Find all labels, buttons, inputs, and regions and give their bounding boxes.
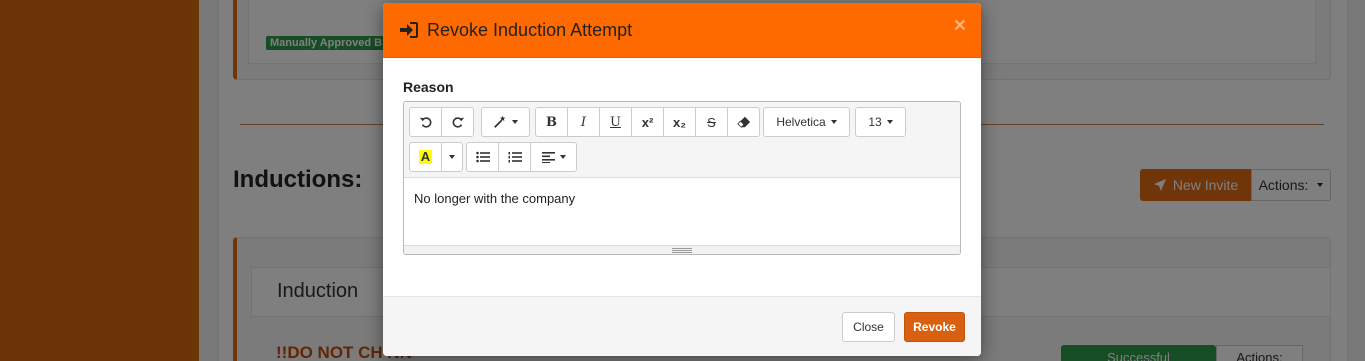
font-size-dropdown[interactable]: 13 (855, 107, 906, 137)
modal-footer: Close Revoke (383, 296, 981, 356)
font-size-label: 13 (868, 115, 882, 129)
paragraph-align-dropdown[interactable] (530, 142, 577, 172)
close-button[interactable]: Close (842, 312, 895, 342)
editor-toolbar: B I U x² x₂ S Helvetica 13 A (404, 102, 960, 178)
eraser-icon (736, 116, 750, 128)
strikethrough-button[interactable]: S (695, 107, 728, 137)
numbered-list-icon (508, 152, 522, 163)
redo-icon (452, 117, 464, 128)
caret-down-icon (830, 120, 837, 124)
superscript-button[interactable]: x² (631, 107, 664, 137)
reason-label: Reason (403, 79, 454, 95)
bold-button[interactable]: B (535, 107, 568, 137)
highlight-color-button[interactable]: A (409, 142, 442, 172)
editor-content[interactable]: No longer with the company (404, 179, 960, 245)
font-name-group: Helvetica (763, 107, 850, 137)
revoke-button[interactable]: Revoke (904, 312, 965, 342)
modal-header: Revoke Induction Attempt × (383, 3, 981, 58)
rich-text-editor: B I U x² x₂ S Helvetica 13 A No longer w… (403, 101, 961, 255)
redo-button[interactable] (441, 107, 474, 137)
grip-icon (672, 247, 692, 253)
caret-down-icon (559, 155, 566, 159)
sign-in-icon (399, 20, 419, 40)
highlight-color-icon: A (418, 149, 433, 164)
font-name-label: Helvetica (776, 115, 826, 129)
underline-button[interactable]: U (599, 107, 632, 137)
font-name-dropdown[interactable]: Helvetica (763, 107, 850, 137)
clear-format-button[interactable] (727, 107, 760, 137)
revoke-induction-modal: Revoke Induction Attempt × Reason B I U … (383, 3, 981, 356)
color-dropdown-button[interactable] (441, 142, 463, 172)
magic-wand-icon (494, 115, 506, 128)
style-group (481, 107, 530, 137)
subscript-button[interactable]: x₂ (663, 107, 696, 137)
undo-icon (419, 117, 431, 128)
undo-button[interactable] (409, 107, 442, 137)
caret-down-icon (886, 120, 893, 124)
caret-down-icon (449, 155, 455, 159)
style-dropdown-button[interactable] (481, 107, 530, 137)
close-icon[interactable]: × (954, 15, 966, 36)
bullet-list-icon (475, 151, 490, 163)
history-group (409, 107, 474, 137)
modal-title: Revoke Induction Attempt (427, 19, 633, 40)
list-group (466, 142, 577, 172)
ordered-list-button[interactable] (498, 142, 531, 172)
caret-down-icon (512, 120, 518, 124)
align-left-icon (541, 152, 555, 163)
font-size-group: 13 (855, 107, 906, 137)
font-style-group: B I U x² x₂ S (535, 107, 760, 137)
editor-resize-handle[interactable] (404, 245, 960, 254)
unordered-list-button[interactable] (466, 142, 499, 172)
color-group: A (409, 142, 463, 172)
italic-button[interactable]: I (567, 107, 600, 137)
